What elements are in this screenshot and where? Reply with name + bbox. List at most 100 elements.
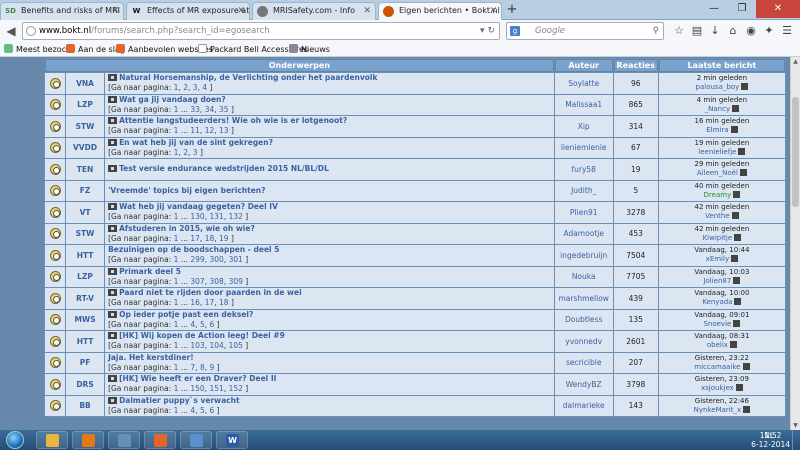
site-identity-icon[interactable] [26,26,36,36]
author-link[interactable]: Malissaa1 [554,94,613,115]
go-to-last-post-icon[interactable] [729,341,737,349]
taskbar-app-button[interactable] [72,431,104,449]
topic-title-link[interactable]: Wat ga jij vandaag doen? [119,95,226,104]
topic-title-link[interactable]: Paard niet te rijden door paarden in de … [119,288,302,297]
author-link[interactable]: Doubtless [554,309,613,330]
page-link[interactable]: 301 [229,255,243,264]
last-post-user-link[interactable]: Jolien87 [703,277,731,285]
go-to-last-post-icon[interactable] [739,169,747,177]
new-tab-button[interactable]: + [504,2,520,18]
go-to-last-post-icon[interactable] [734,233,742,241]
new-posts-icon[interactable] [108,267,118,275]
new-posts-icon[interactable] [108,74,118,82]
bookmark-item[interactable]: Meest bezocht [4,44,74,55]
page-link[interactable]: 8 [200,363,205,372]
page-link[interactable]: 18 [205,234,215,243]
forum-category-link[interactable]: LZP [66,266,105,287]
page-link[interactable]: 152 [229,384,243,393]
new-posts-icon[interactable] [108,396,118,404]
bookmarks-menu-icon[interactable]: ▤ [689,23,705,39]
topic-title-link[interactable]: Wat heb jij vandaag gegeten? Deel IV [119,202,278,211]
page-link[interactable]: 1 [174,126,179,135]
page-link[interactable]: 131 [209,212,223,221]
close-window-button[interactable]: ✕ [756,0,800,18]
forum-category-link[interactable]: TEN [66,159,105,180]
page-link[interactable]: 12 [205,126,215,135]
page-link[interactable]: 11 [190,126,200,135]
go-to-last-post-icon[interactable] [733,319,741,327]
extension-icon[interactable]: ◉ [743,23,759,39]
taskbar-app-button[interactable] [144,431,176,449]
forum-category-link[interactable]: VNA [66,73,105,94]
page-link[interactable]: 2 [183,148,188,157]
page-link[interactable]: 103 [190,341,204,350]
taskbar-app-button[interactable] [108,431,140,449]
page-link[interactable]: 3 [193,83,198,92]
go-to-last-post-icon[interactable] [732,104,740,112]
new-posts-icon[interactable] [108,165,118,173]
author-link[interactable]: yvonnedv [554,331,613,352]
scrollbar-thumb[interactable] [792,97,799,207]
maximize-button[interactable]: ❐ [728,0,756,18]
google-icon[interactable]: g [510,26,520,36]
tab-4[interactable]: Eigen berichten • Bokt.nl ✕ [378,2,502,21]
last-post-user-link[interactable]: leenieliefje [698,148,736,156]
page-link[interactable]: 130 [190,212,204,221]
last-post-user-link[interactable]: Venthe [705,212,729,220]
page-scrollbar[interactable]: ▲ ▼ [790,57,800,430]
page-link[interactable]: 1 [174,341,179,350]
last-post-user-link[interactable]: xsjoukjex [701,384,734,392]
page-link[interactable]: 1 [174,320,179,329]
page-link[interactable]: 307 [190,277,204,286]
bookmark-star-icon[interactable]: ☆ [671,23,687,39]
author-link[interactable]: Nouka [554,266,613,287]
page-link[interactable]: 1 [174,406,179,415]
go-to-last-post-icon[interactable] [733,190,741,198]
new-posts-icon[interactable] [108,138,118,146]
forum-category-link[interactable]: PF [66,352,105,373]
tab-3[interactable]: MRISafety.com - Info ✕ [252,2,376,20]
last-post-user-link[interactable]: xEmily [706,255,729,263]
page-link[interactable]: 13 [219,126,229,135]
page-link[interactable]: 1 [174,363,179,372]
topic-title-link[interactable]: Bezuinigen op de boodschappen - deel 5 [108,245,279,254]
go-to-last-post-icon[interactable] [741,83,749,91]
page-link[interactable]: 2 [183,83,188,92]
taskbar-app-button[interactable] [180,431,212,449]
new-posts-icon[interactable] [108,310,118,318]
forum-category-link[interactable]: STW [66,116,105,137]
page-link[interactable]: 17 [190,234,200,243]
page-link[interactable]: 1 [174,83,179,92]
page-link[interactable]: 4 [190,406,195,415]
page-link[interactable]: 5 [200,406,205,415]
topic-title-link[interactable]: Op ieder potje past een deksel? [119,310,253,319]
page-link[interactable]: 19 [219,234,229,243]
page-link[interactable]: 132 [229,212,243,221]
author-link[interactable]: Soylatte [554,73,613,94]
page-link[interactable]: 1 [174,277,179,286]
page-link[interactable]: 1 [174,255,179,264]
page-link[interactable]: 4 [202,83,207,92]
author-link[interactable]: Xip [554,116,613,137]
forum-category-link[interactable]: VT [66,202,105,223]
home-icon[interactable]: ⌂ [725,23,741,39]
forum-category-link[interactable]: LZP [66,94,105,115]
forum-category-link[interactable]: HTT [66,245,105,266]
start-button[interactable] [6,431,24,449]
forum-category-link[interactable]: HTT [66,331,105,352]
go-to-last-post-icon[interactable] [743,405,751,413]
page-link[interactable]: 3 [193,148,198,157]
topic-title-link[interactable]: [HK] Wie heeft er een Draver? Deel II [119,374,276,383]
page-link[interactable]: 300 [209,255,223,264]
minimize-button[interactable]: — [700,0,728,18]
go-to-last-post-icon[interactable] [731,212,739,220]
forum-category-link[interactable]: MWS [66,309,105,330]
page-link[interactable]: 1 [174,384,179,393]
topic-title-link[interactable]: Afstuderen in 2015, wie oh wie? [119,224,255,233]
page-link[interactable]: 150 [190,384,204,393]
topic-title-link[interactable]: 'Vreemde' topics bij eigen berichten? [108,186,265,195]
forum-category-link[interactable]: VVDD [66,137,105,158]
scroll-down-icon[interactable]: ▼ [791,421,800,430]
author-link[interactable]: Judith_ [554,180,613,201]
new-posts-icon[interactable] [108,95,118,103]
